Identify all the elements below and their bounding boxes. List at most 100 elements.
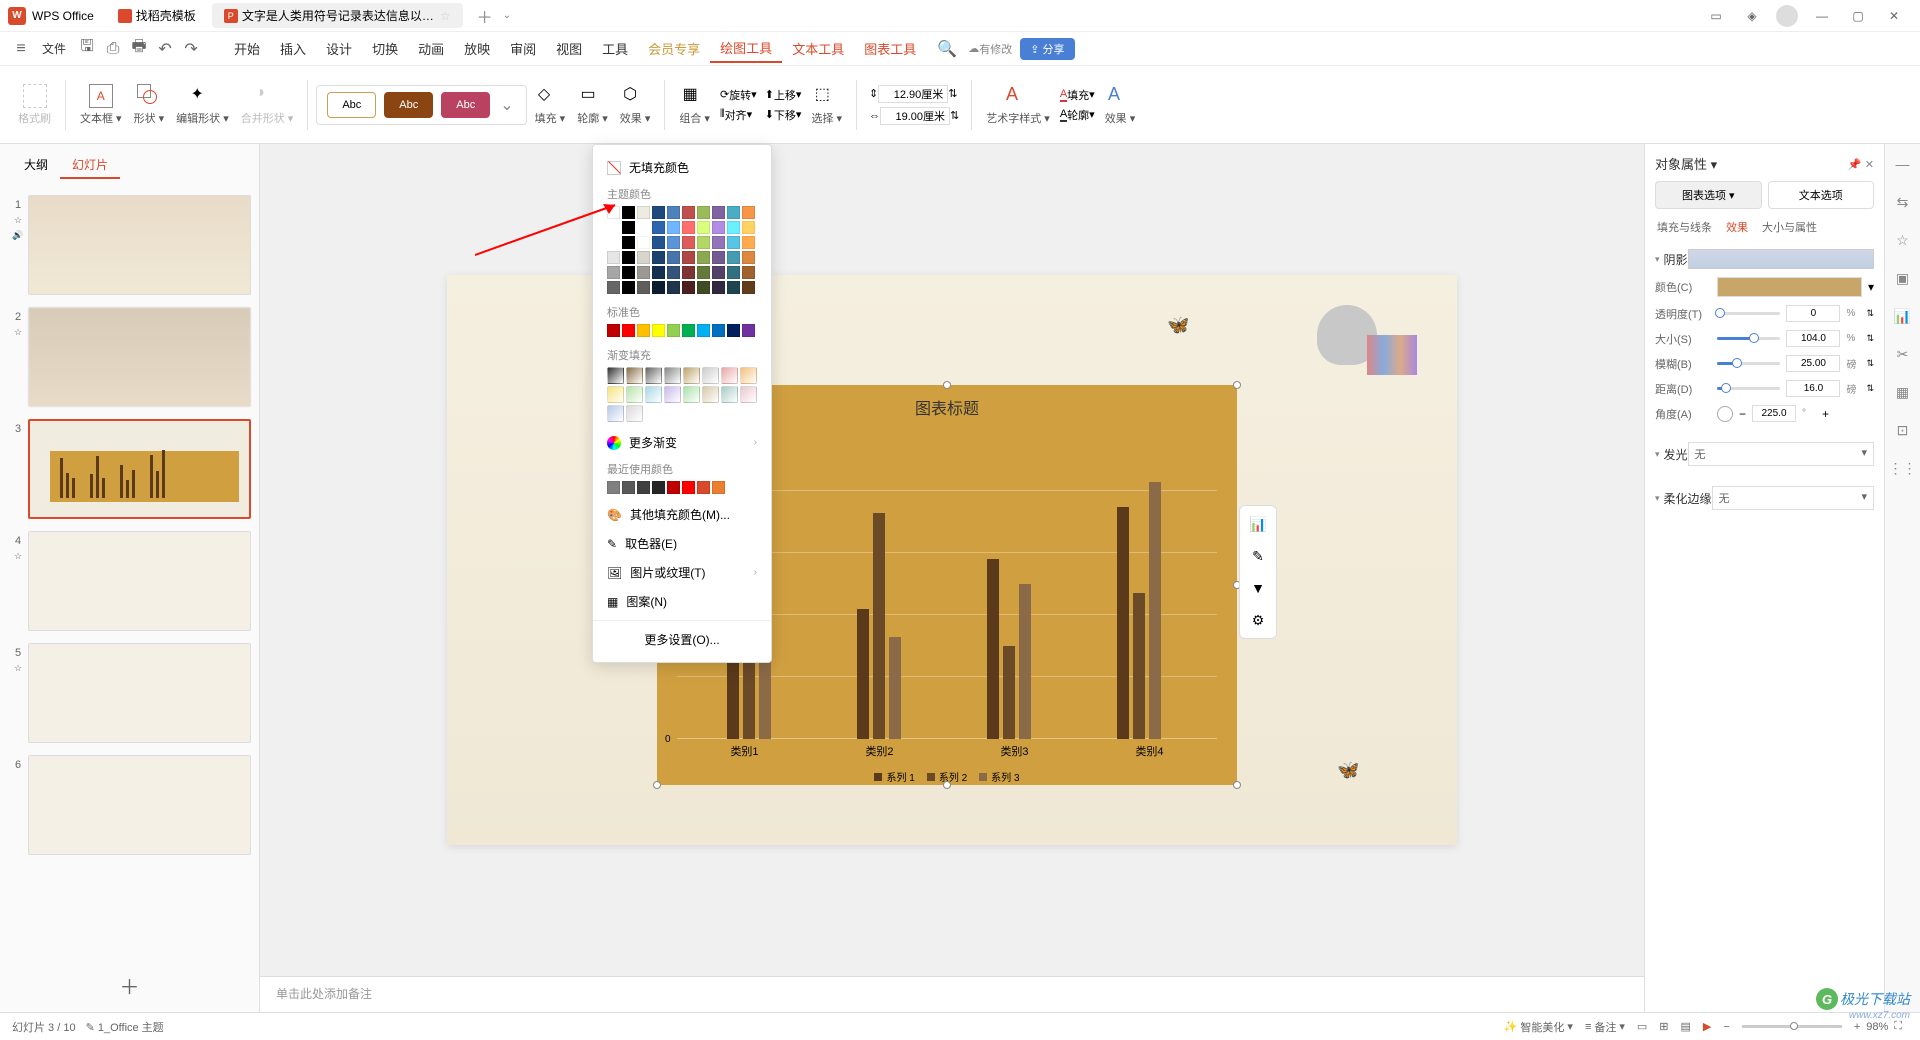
- gradient-swatch[interactable]: [626, 405, 643, 422]
- cube-icon[interactable]: ◈: [1734, 4, 1770, 28]
- color-swatch[interactable]: [727, 221, 740, 234]
- pattern-item[interactable]: ▦图案(N): [593, 587, 771, 616]
- color-swatch[interactable]: [652, 221, 665, 234]
- angle-minus[interactable]: −: [1739, 407, 1746, 421]
- menu-member[interactable]: 会员专享: [638, 35, 710, 62]
- fill-button[interactable]: ◇ 填充 ▾: [535, 84, 566, 126]
- stepper[interactable]: ⇅: [1866, 308, 1874, 319]
- color-swatch[interactable]: [637, 481, 650, 494]
- zoom-slider[interactable]: [1742, 1025, 1842, 1028]
- angle-value[interactable]: [1752, 405, 1796, 422]
- color-swatch[interactable]: [637, 221, 650, 234]
- width-stepper[interactable]: ⇅: [950, 109, 959, 122]
- color-swatch[interactable]: [637, 251, 650, 264]
- color-swatch[interactable]: [667, 206, 680, 219]
- print-icon[interactable]: ⎙: [104, 40, 122, 58]
- effect-button[interactable]: ⬡ 效果 ▾: [620, 84, 651, 126]
- color-swatch[interactable]: [622, 221, 635, 234]
- shadow-preset[interactable]: [1688, 249, 1874, 269]
- color-swatch[interactable]: [607, 324, 620, 337]
- minimize-button[interactable]: —: [1804, 4, 1840, 28]
- style-more[interactable]: ⌄: [494, 95, 519, 115]
- width-input[interactable]: [880, 107, 950, 125]
- wordart-button[interactable]: A 艺术字样式 ▾: [986, 84, 1050, 126]
- color-swatch[interactable]: [667, 221, 680, 234]
- distance-value[interactable]: [1786, 380, 1840, 397]
- view-reading-icon[interactable]: ▤: [1675, 1020, 1697, 1033]
- color-swatch[interactable]: [727, 324, 740, 337]
- search-icon[interactable]: 🔍: [938, 40, 956, 58]
- color-swatch[interactable]: [742, 236, 755, 249]
- gradient-swatch[interactable]: [607, 405, 624, 422]
- color-swatch[interactable]: [712, 236, 725, 249]
- glow-select[interactable]: 无▾: [1688, 442, 1874, 466]
- color-swatch[interactable]: [652, 266, 665, 279]
- color-swatch[interactable]: [712, 221, 725, 234]
- color-swatch[interactable]: [727, 206, 740, 219]
- transparency-value[interactable]: [1786, 305, 1840, 322]
- slide-thumb-5[interactable]: [28, 643, 251, 743]
- color-swatch[interactable]: [697, 251, 710, 264]
- color-swatch[interactable]: [667, 266, 680, 279]
- color-dropdown[interactable]: ▾: [1868, 280, 1874, 294]
- color-swatch[interactable]: [607, 281, 620, 294]
- gradient-swatch[interactable]: [607, 367, 624, 384]
- color-swatch[interactable]: [667, 481, 680, 494]
- color-swatch[interactable]: [682, 481, 695, 494]
- chart-filter-icon[interactable]: ▼: [1244, 574, 1272, 602]
- color-swatch[interactable]: [697, 324, 710, 337]
- height-input[interactable]: [878, 85, 948, 103]
- gradient-swatch[interactable]: [721, 367, 738, 384]
- color-swatch[interactable]: [652, 281, 665, 294]
- size-value[interactable]: [1786, 330, 1840, 347]
- file-menu[interactable]: 文件: [34, 36, 74, 61]
- menu-animation[interactable]: 动画: [408, 35, 454, 62]
- color-swatch[interactable]: [727, 236, 740, 249]
- color-swatch[interactable]: [622, 481, 635, 494]
- tab-templates[interactable]: 找稻壳模板: [106, 3, 208, 28]
- zoom-out[interactable]: −: [1717, 1021, 1735, 1033]
- prop-tab-chart[interactable]: 图表选项 ▾: [1655, 181, 1762, 209]
- color-swatch[interactable]: [607, 251, 620, 264]
- close-button[interactable]: ✕: [1876, 4, 1912, 28]
- view-normal-icon[interactable]: ▭: [1631, 1020, 1653, 1033]
- color-swatch[interactable]: [727, 281, 740, 294]
- strip-chart-icon[interactable]: 📊: [1893, 306, 1913, 326]
- textbox-button[interactable]: A 文本框 ▾: [80, 84, 122, 126]
- shape-button[interactable]: 形状 ▾: [134, 84, 165, 126]
- outline-button[interactable]: ▭ 轮廓 ▾: [577, 84, 608, 126]
- color-swatch[interactable]: [682, 281, 695, 294]
- gradient-swatch[interactable]: [683, 386, 700, 403]
- share-button[interactable]: ⇪ 分享: [1020, 38, 1074, 60]
- slide-thumb-6[interactable]: [28, 755, 251, 855]
- gradient-swatch[interactable]: [645, 367, 662, 384]
- strip-tools-icon[interactable]: ✂: [1893, 344, 1913, 364]
- color-swatch[interactable]: [727, 266, 740, 279]
- menu-design[interactable]: 设计: [316, 35, 362, 62]
- chart-edit-icon[interactable]: ✎: [1244, 542, 1272, 570]
- color-swatch[interactable]: [667, 251, 680, 264]
- style-preset-3[interactable]: Abc: [441, 92, 490, 118]
- tab-document[interactable]: P 文字是人类用符号记录表达信息以… ☆: [212, 3, 463, 28]
- notes-pane[interactable]: 单击此处添加备注: [260, 976, 1644, 1012]
- color-swatch[interactable]: [667, 236, 680, 249]
- color-swatch[interactable]: [637, 206, 650, 219]
- menu-text-tools[interactable]: 文本工具: [782, 35, 854, 62]
- color-swatch[interactable]: [742, 221, 755, 234]
- save-icon[interactable]: 🖫: [78, 40, 96, 58]
- color-swatch[interactable]: [742, 324, 755, 337]
- color-swatch[interactable]: [682, 221, 695, 234]
- color-swatch[interactable]: [607, 206, 620, 219]
- reading-mode-icon[interactable]: ▭: [1698, 4, 1734, 28]
- notes-button[interactable]: ≡ 备注 ▾: [1579, 1019, 1631, 1035]
- color-swatch[interactable]: [607, 221, 620, 234]
- color-swatch[interactable]: [742, 266, 755, 279]
- transparency-slider[interactable]: [1717, 312, 1780, 315]
- color-swatch[interactable]: [712, 324, 725, 337]
- size-slider[interactable]: [1717, 337, 1780, 340]
- menu-slideshow[interactable]: 放映: [454, 35, 500, 62]
- style-preset-2[interactable]: Abc: [384, 92, 433, 118]
- menu-draw-tools[interactable]: 绘图工具: [710, 34, 782, 63]
- color-swatch[interactable]: [712, 481, 725, 494]
- color-swatch[interactable]: [637, 266, 650, 279]
